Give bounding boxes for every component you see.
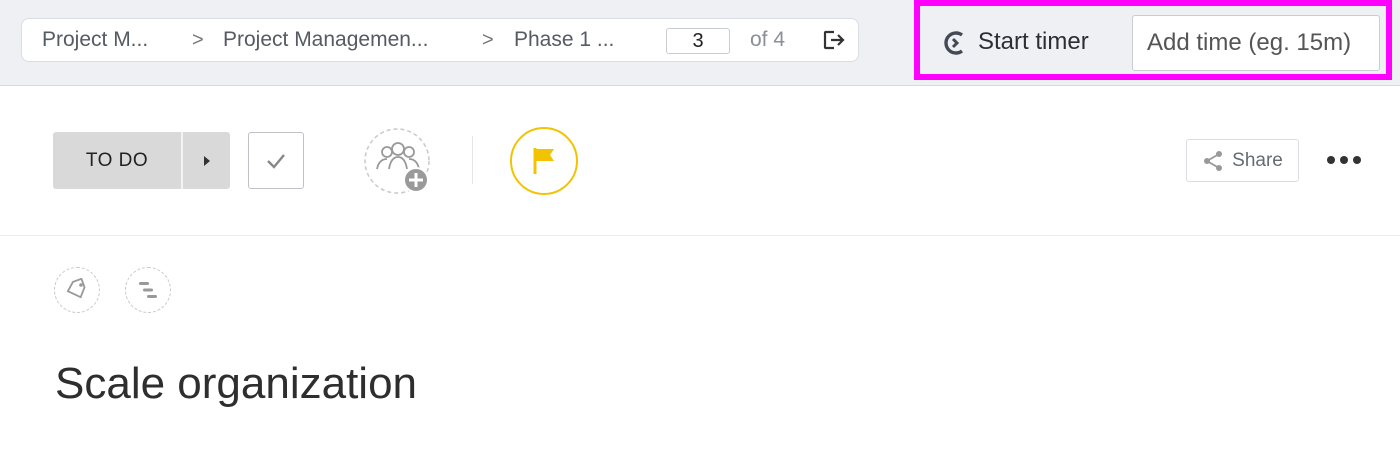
page-number-input[interactable]: 3: [666, 28, 730, 54]
breadcrumb-item-1[interactable]: Project M...: [42, 19, 148, 61]
priority-button[interactable]: [510, 127, 578, 195]
dependency-button[interactable]: [125, 267, 171, 313]
check-icon: [267, 153, 285, 169]
tag-icon: [66, 278, 86, 299]
breadcrumb-separator: >: [482, 29, 494, 51]
add-time-input[interactable]: [1132, 15, 1380, 71]
add-tag-button[interactable]: [54, 267, 100, 313]
caret-right-icon: [203, 155, 210, 166]
share-label: Share: [1232, 149, 1283, 171]
breadcrumb: Project M... > Project Managemen... > Ph…: [21, 18, 859, 62]
mark-complete-button[interactable]: [248, 132, 304, 189]
more-icon[interactable]: [1322, 146, 1366, 174]
status-button[interactable]: TO DO: [53, 132, 230, 189]
breadcrumb-separator: >: [192, 29, 204, 51]
breadcrumb-item-3[interactable]: Phase 1 ...: [514, 19, 614, 61]
next-status-button[interactable]: [183, 132, 230, 189]
page-total: of 4: [750, 28, 786, 51]
task-toolbar: TO DO Share: [0, 86, 1400, 236]
share-icon: [1204, 150, 1223, 171]
start-timer-button[interactable]: Start timer: [978, 22, 1089, 62]
flag-icon: [533, 148, 554, 174]
toolbar-divider: [472, 136, 473, 184]
timer-area: Start timer: [914, 0, 1392, 80]
status-label[interactable]: TO DO: [53, 132, 181, 189]
task-title[interactable]: Scale organization: [55, 352, 417, 416]
top-bar: Project M... > Project Managemen... > Ph…: [0, 0, 1400, 86]
add-assignee-icon[interactable]: [363, 127, 433, 197]
breadcrumb-item-2[interactable]: Project Managemen...: [223, 19, 428, 61]
timer-icon[interactable]: [942, 30, 968, 56]
dependency-icon: [139, 282, 157, 298]
share-button[interactable]: Share: [1186, 139, 1299, 182]
exit-icon[interactable]: [822, 29, 846, 51]
